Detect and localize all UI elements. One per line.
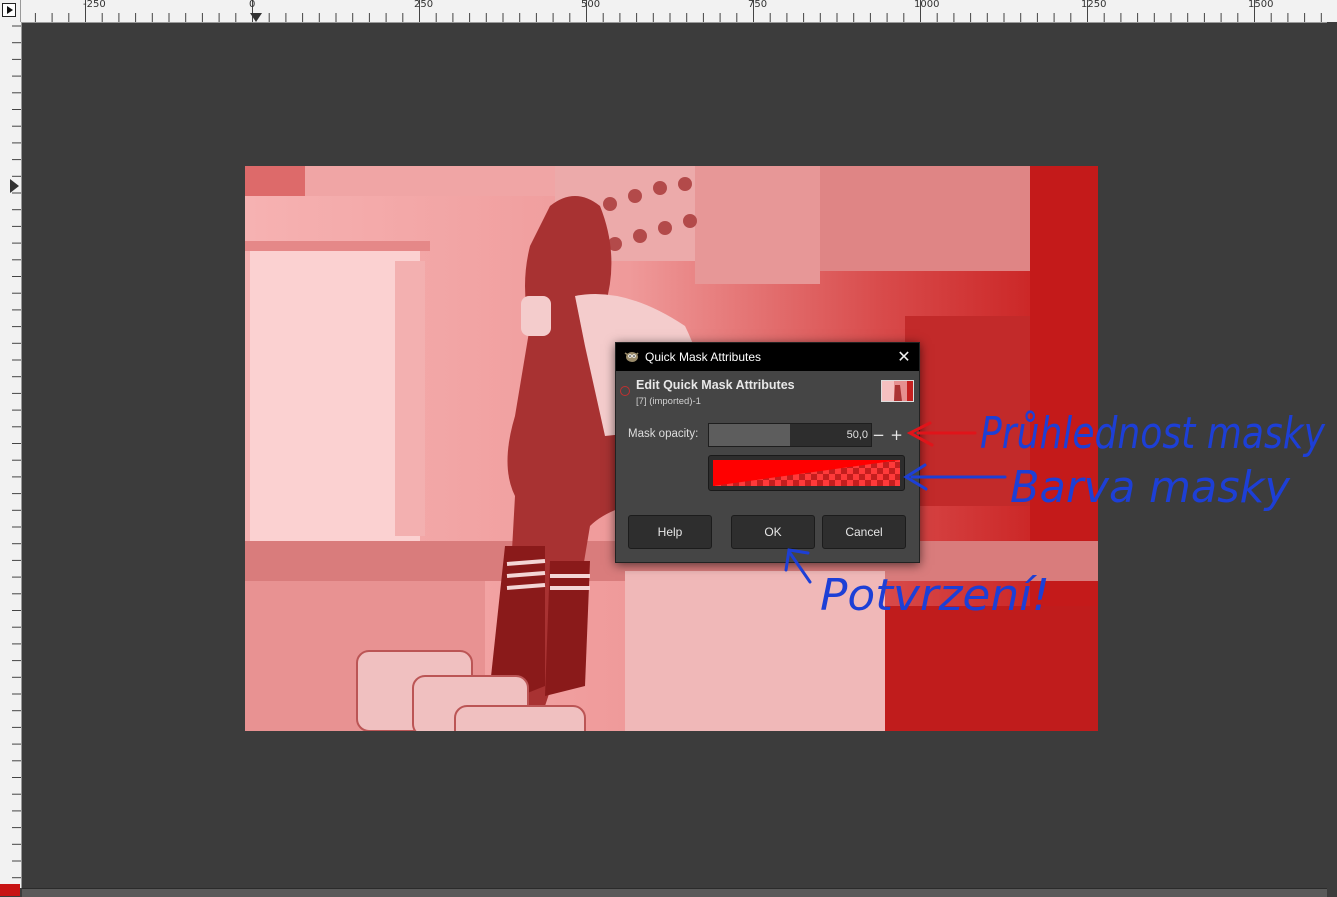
mask-opacity-value: 50,0	[846, 429, 868, 441]
ruler-label: 250	[414, 0, 434, 10]
ruler-label: 1250	[1081, 0, 1107, 10]
mask-opacity-spinscale[interactable]: 50,0	[708, 423, 872, 447]
horizontal-ruler[interactable]: -250 0 250 500 750 1000 1250 1500	[0, 0, 1337, 23]
increase-opacity-button[interactable]: +	[888, 424, 905, 446]
ruler-ticks	[12, 25, 21, 879]
ruler-label: 500	[581, 0, 601, 10]
ok-button[interactable]: OK	[731, 515, 815, 549]
ruler-ticks	[1, 0, 1322, 22]
ruler-label: 1000	[914, 0, 940, 10]
ruler-label: -250	[83, 0, 106, 10]
quick-mask-attributes-dialog: Quick Mask Attributes ✕ Edit Quick Mask …	[615, 342, 920, 563]
navigation-button[interactable]	[0, 884, 20, 896]
mask-color-button[interactable]	[708, 455, 905, 491]
decrease-opacity-button[interactable]: −	[870, 424, 887, 446]
gimp-icon	[624, 352, 639, 362]
pointer-position-marker	[250, 13, 262, 22]
cancel-button[interactable]: Cancel	[822, 515, 906, 549]
ruler-label: 750	[748, 0, 768, 10]
ruler-label: 1500	[1248, 0, 1274, 10]
vertical-scrollbar[interactable]	[1327, 22, 1337, 888]
help-button[interactable]: Help	[628, 515, 712, 549]
quick-mask-icon	[620, 386, 630, 396]
play-icon	[2, 3, 16, 17]
dialog-header-title: Edit Quick Mask Attributes	[636, 378, 795, 392]
opacity-fill-bar	[709, 424, 790, 446]
ruler-label: 0	[249, 0, 256, 10]
close-icon[interactable]: ✕	[895, 348, 913, 366]
image-thumbnail	[881, 380, 914, 402]
mask-color-swatch	[713, 460, 900, 486]
quick-mask-toggle-button[interactable]	[0, 0, 21, 23]
image-name: [7] (imported)-1	[636, 396, 701, 407]
pointer-position-marker	[10, 179, 19, 193]
mask-opacity-label: Mask opacity:	[628, 428, 699, 440]
vertical-ruler[interactable]	[0, 22, 22, 888]
dialog-title: Quick Mask Attributes	[645, 350, 762, 364]
dialog-titlebar[interactable]: Quick Mask Attributes ✕	[616, 343, 919, 371]
